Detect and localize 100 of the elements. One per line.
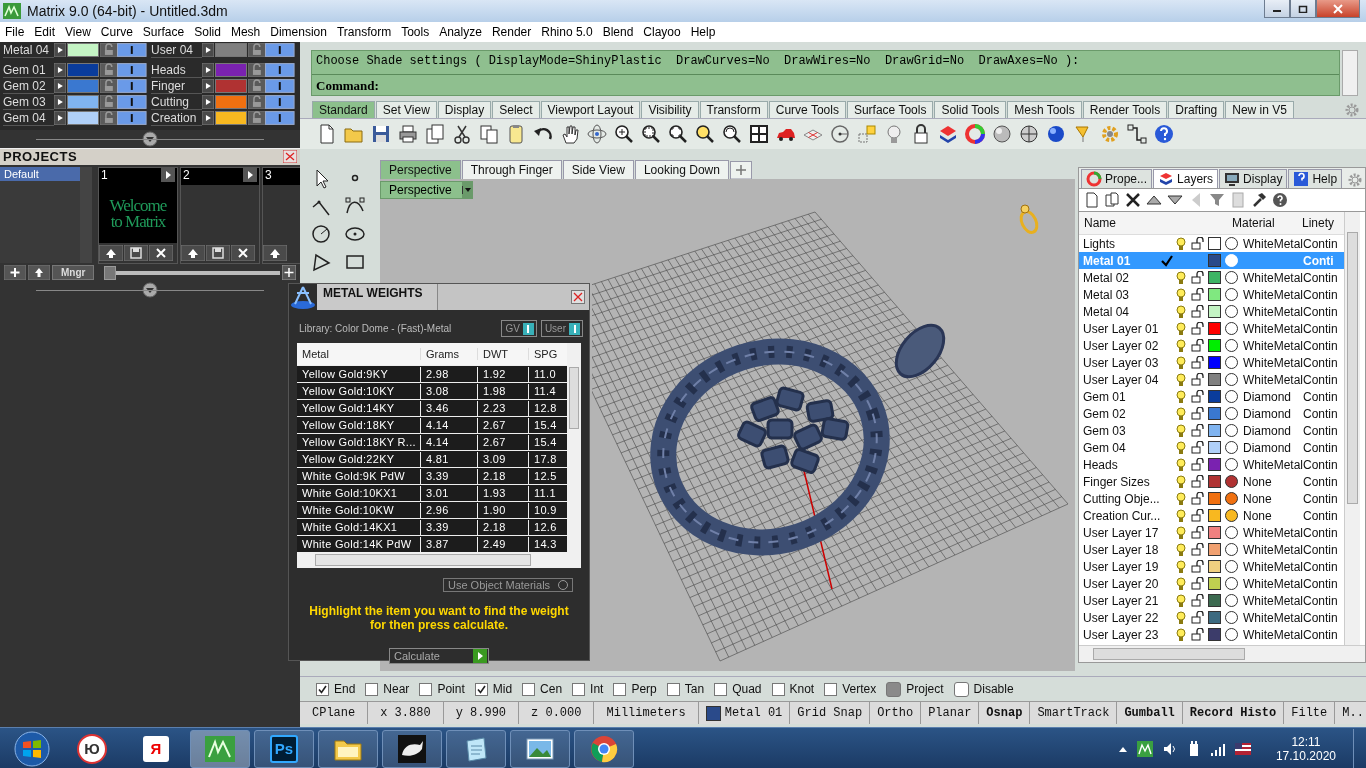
column-header[interactable]: Linety [1297,216,1344,230]
material-swatch[interactable] [1225,356,1238,369]
unlocked-icon[interactable] [1191,288,1204,301]
project-item[interactable]: Default [0,166,80,181]
material-swatch[interactable] [1225,322,1238,335]
status-toggle[interactable]: SmartTrack [1030,702,1118,724]
layer-row[interactable]: User Layer 23 WhiteMetalContin [1079,626,1344,643]
osnap-option[interactable]: Vertex [824,682,877,696]
material-swatch[interactable] [1225,594,1238,607]
status-toggle[interactable]: Record Histo [1182,702,1285,724]
lock-button[interactable] [247,79,266,93]
toolbar-tab[interactable]: Set View [375,101,437,118]
material-swatch[interactable] [1225,339,1238,352]
material-swatch[interactable] [1225,509,1238,522]
menu-item[interactable]: Mesh [225,25,266,39]
menu-item[interactable]: Surface [137,25,190,39]
material-swatch[interactable] [1225,475,1238,488]
material-swatch[interactable] [1225,424,1238,437]
up-button[interactable] [28,265,50,281]
color-swatch[interactable] [67,43,99,57]
color-swatch[interactable] [215,63,247,77]
panel-tab[interactable]: Prope... [1081,169,1153,188]
layer-row[interactable]: Cutting Obje... None Contin [1079,490,1344,507]
osnap-option[interactable]: Perp [613,682,657,696]
osnap-option[interactable]: Int [572,682,604,696]
connector-icon[interactable] [1126,123,1148,145]
vertical-scrollbar[interactable] [567,343,581,552]
pages-icon[interactable] [424,123,446,145]
osnap-option[interactable]: Disable [953,681,1014,697]
toolbar-tab[interactable]: New in V5 [1225,101,1294,118]
unlocked-icon[interactable] [1191,458,1204,471]
bulb-icon[interactable] [1175,389,1187,404]
osnap-option[interactable]: End [316,682,356,696]
bulb-icon[interactable] [1175,525,1187,540]
panel-tab[interactable]: Help [1288,169,1343,188]
color-swatch[interactable] [1208,628,1221,641]
lock-button[interactable] [99,63,118,77]
save-button[interactable] [124,244,148,261]
add-button[interactable] [4,265,26,281]
option-toggle[interactable]: Use Object Materials [443,578,573,592]
layer-row[interactable]: Creation Cur... None Contin [1079,507,1344,524]
column-header[interactable]: Material [1227,216,1297,230]
bulb-icon[interactable] [1175,423,1187,438]
status-toggle[interactable]: M.. [1335,702,1366,724]
sphere-icon[interactable] [991,123,1013,145]
color-swatch[interactable] [215,95,247,109]
new-sublayer-icon[interactable] [1104,192,1120,208]
flag-icon[interactable] [1234,742,1251,755]
visibility-toggle[interactable] [265,43,295,57]
toolbar-tab[interactable]: Mesh Tools [1007,101,1082,118]
play-button[interactable] [161,167,175,182]
visibility-toggle[interactable] [117,111,147,125]
delete-button[interactable] [149,244,173,261]
zoom-extents-icon[interactable] [667,123,689,145]
menu-item[interactable]: Help [685,25,721,39]
panel-tab[interactable]: Layers [1153,169,1219,188]
status-toggle[interactable]: Grid Snap [790,702,871,724]
toolbar-tab[interactable]: Select [492,101,540,118]
toolbar-tab[interactable]: Visibility [641,101,699,118]
material-swatch[interactable] [1225,305,1238,318]
color-swatch[interactable] [1208,271,1221,284]
layer-row[interactable]: User Layer 04 WhiteMetalContin [1079,371,1344,388]
toolbar-tab[interactable]: Render Tools [1082,101,1168,118]
unlocked-icon[interactable] [1191,441,1204,454]
help-icon[interactable] [1153,123,1175,145]
lock-button[interactable] [99,95,118,109]
delete-button[interactable] [231,244,255,261]
viewport-tab[interactable]: Through Finger [461,160,562,179]
column-header[interactable]: Metal [297,348,421,360]
layer-row[interactable]: Heads WhiteMetalContin [1079,456,1344,473]
lock-button[interactable] [99,43,118,57]
taskbar-button[interactable]: Ps [254,729,314,768]
layer-row[interactable]: Gem 02 Diamond Contin [1079,405,1344,422]
layers-icon[interactable] [937,123,959,145]
lock-button[interactable] [99,111,118,125]
visibility-toggle[interactable] [265,111,295,125]
color-swatch[interactable] [1208,237,1221,250]
menu-item[interactable]: Blend [597,25,639,39]
expand-button[interactable] [54,111,67,125]
bulb-icon[interactable] [1175,491,1187,506]
add-button[interactable] [282,265,297,281]
material-swatch[interactable] [1225,543,1238,556]
taskbar-button[interactable] [318,729,378,768]
hammer-icon[interactable] [1251,192,1267,208]
toolbar-tab[interactable]: Curve Tools [768,101,846,118]
calculate-button[interactable]: Calculate [389,648,489,664]
lock-button[interactable] [247,111,266,125]
circle-point-icon[interactable] [829,123,851,145]
save-icon[interactable] [370,123,392,145]
taskbar-button[interactable]: Ю [62,729,122,768]
color-swatch[interactable] [1208,594,1221,607]
unlocked-icon[interactable] [1191,271,1204,284]
layer-pane[interactable]: Metal 01 [698,702,791,724]
column-header[interactable]: Name [1079,216,1175,230]
unlocked-icon[interactable] [1191,305,1204,318]
layer-row[interactable]: User Layer 18 WhiteMetalContin [1079,541,1344,558]
menu-item[interactable]: Edit [29,25,61,39]
bulb-icon[interactable] [1175,236,1187,251]
layer-row[interactable]: Gem 03 Diamond Contin [1079,422,1344,439]
status-toggle[interactable]: Planar [921,702,980,724]
